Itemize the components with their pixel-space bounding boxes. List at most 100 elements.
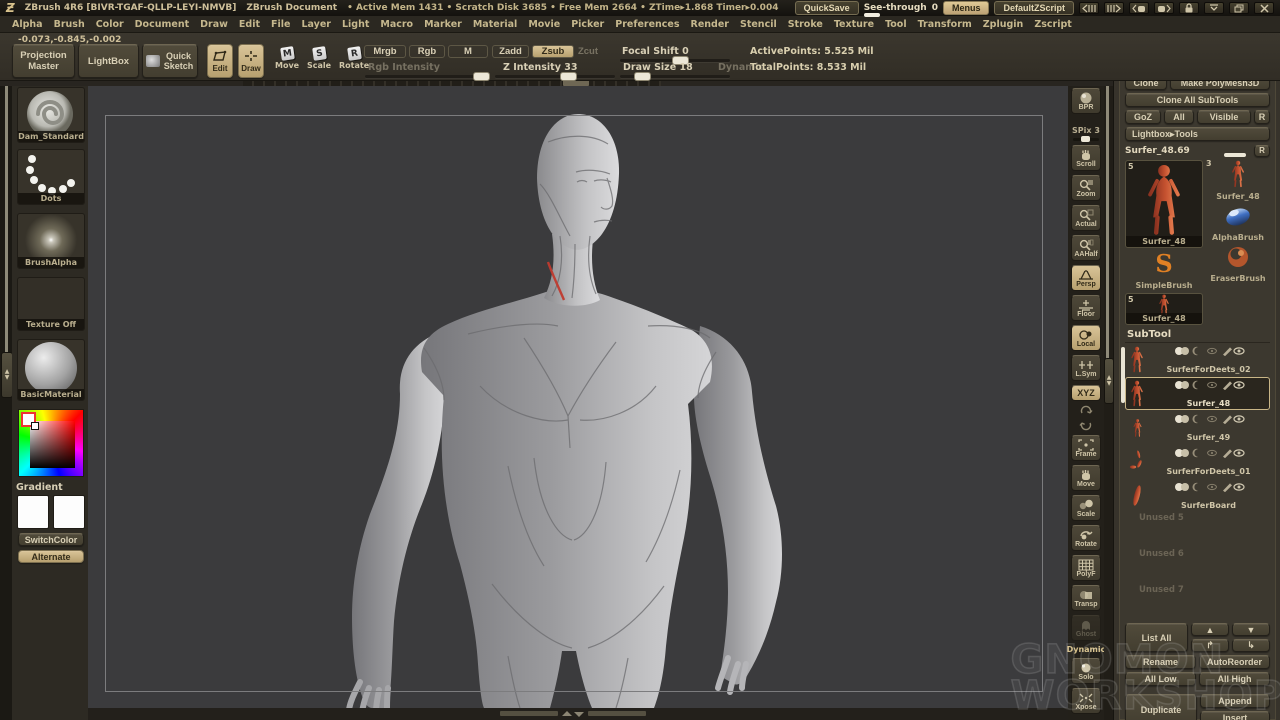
goz-visible-button[interactable]: Visible	[1197, 110, 1251, 124]
z-rotate-icon[interactable]	[1079, 420, 1093, 431]
transp-button[interactable]: Transp	[1071, 585, 1101, 611]
z-intensity-track[interactable]	[495, 75, 615, 78]
right-tray-toggle-icon[interactable]	[1104, 2, 1124, 14]
subtool-section-title[interactable]: SubTool	[1127, 329, 1270, 340]
tool-thumbnail-alphabrush[interactable]: AlphaBrush	[1206, 203, 1270, 242]
ghost-button[interactable]: Ghost	[1071, 615, 1101, 641]
autoreorder-button[interactable]: AutoReorder	[1199, 655, 1270, 669]
menu-material[interactable]: Material	[473, 19, 517, 30]
y-rotate-icon[interactable]	[1079, 405, 1093, 416]
tool-thumbnail-surfer48-bottom[interactable]: 5 Surfer_48	[1125, 293, 1203, 325]
left-tray-scrollbar[interactable]: ▲▼	[0, 86, 12, 720]
right-tray-scrollbar[interactable]: ▲▼	[1104, 86, 1113, 720]
document-canvas[interactable]	[88, 86, 1068, 708]
scrollbar-segment-right[interactable]	[588, 711, 646, 716]
zoom-button[interactable]: Zoom	[1071, 175, 1101, 201]
subtool-row-surferboard[interactable]: SurferBoard	[1125, 479, 1270, 512]
menu-macro[interactable]: Macro	[380, 19, 413, 30]
restore-button[interactable]	[1229, 2, 1249, 14]
switch-color-button[interactable]: SwitchColor	[18, 533, 84, 546]
bpr-render-button[interactable]: BPR	[1071, 88, 1101, 114]
current-stroke-thumbnail[interactable]: Dots	[17, 149, 85, 205]
subtool-down-button[interactable]: ▼	[1232, 623, 1270, 636]
xyz-symmetry-button[interactable]: XYZ	[1071, 385, 1101, 401]
goz-r-button[interactable]: R	[1254, 110, 1270, 124]
subtool-row-surferfordeets02[interactable]: SurferForDeets_02	[1125, 343, 1270, 376]
current-brush-thumbnail[interactable]: Dam_Standard	[17, 87, 85, 143]
move-mode-button[interactable]: M Move	[275, 47, 299, 70]
zadd-button[interactable]: Zadd	[492, 45, 529, 58]
actual-button[interactable]: Actual	[1071, 205, 1101, 231]
current-alpha-thumbnail[interactable]: BrushAlpha	[17, 213, 85, 269]
zcut-button[interactable]: Zcut	[577, 45, 599, 58]
scrollbar-segment-left[interactable]	[500, 711, 558, 716]
polyf-button[interactable]: PolyF	[1071, 555, 1101, 581]
lsym-button[interactable]: L.Sym	[1071, 355, 1101, 381]
active-tool-thumbnail[interactable]: 5 Surfer_48	[1125, 160, 1203, 248]
zsub-button[interactable]: Zsub	[532, 45, 574, 58]
menu-texture[interactable]: Texture	[834, 19, 874, 30]
active-tool-handle[interactable]	[1224, 153, 1246, 157]
menu-file[interactable]: File	[271, 19, 290, 30]
close-button[interactable]	[1254, 2, 1274, 14]
insert-button[interactable]: Insert	[1200, 711, 1270, 720]
left-tray-toggle-icon[interactable]	[1079, 2, 1099, 14]
rgb-button[interactable]: Rgb	[409, 45, 445, 58]
clone-all-subtools-button[interactable]: Clone All SubTools	[1125, 93, 1270, 107]
tool-r-button[interactable]: R	[1254, 145, 1270, 157]
quicksave-button[interactable]: QuickSave	[795, 1, 859, 15]
subtool-move-down-button[interactable]: ↳	[1232, 639, 1270, 652]
subtool-row-surferfordeets01[interactable]: SurferForDeets_01	[1125, 445, 1270, 478]
draw-size-track[interactable]	[620, 75, 730, 78]
menu-marker[interactable]: Marker	[424, 19, 462, 30]
subtool-visibility-icons[interactable]	[1173, 380, 1245, 390]
menu-zplugin[interactable]: Zplugin	[983, 19, 1024, 30]
menu-color[interactable]: Color	[96, 19, 124, 30]
menu-preferences[interactable]: Preferences	[615, 19, 679, 30]
all-high-button[interactable]: All High	[1199, 672, 1270, 686]
list-all-button[interactable]: List All	[1125, 623, 1188, 652]
subtool-move-up-button[interactable]: ↱	[1191, 639, 1229, 652]
tool-thumbnail-eraserbrush[interactable]: EraserBrush	[1206, 244, 1270, 283]
menu-layer[interactable]: Layer	[301, 19, 331, 30]
subtool-visibility-icons[interactable]	[1173, 414, 1245, 424]
lock-icon[interactable]	[1179, 2, 1199, 14]
scale-mode-button[interactable]: S Scale	[307, 47, 331, 70]
see-through-handle[interactable]	[864, 13, 880, 17]
goz-button[interactable]: GoZ	[1125, 110, 1161, 124]
current-texture-thumbnail[interactable]: Texture Off	[17, 277, 85, 331]
menu-render[interactable]: Render	[691, 19, 729, 30]
rgb-intensity-handle[interactable]	[473, 72, 490, 81]
gradient-swatch-secondary[interactable]	[53, 495, 85, 529]
local-button[interactable]: Local	[1071, 325, 1101, 351]
menu-zscript[interactable]: Zscript	[1034, 19, 1071, 30]
rename-button[interactable]: Rename	[1125, 655, 1196, 669]
menu-edit[interactable]: Edit	[239, 19, 260, 30]
subtool-visibility-icons[interactable]	[1173, 482, 1245, 492]
color-picker[interactable]	[18, 409, 84, 477]
rotate-button[interactable]: Rotate	[1071, 525, 1101, 551]
menu-brush[interactable]: Brush	[54, 19, 85, 30]
aahalf-button[interactable]: AAHalf	[1071, 235, 1101, 261]
m-button[interactable]: M	[448, 45, 488, 58]
persp-button[interactable]: Persp	[1071, 265, 1101, 291]
rgb-intensity-slider[interactable]: Rgb Intensity	[368, 62, 440, 73]
subtool-visibility-icons[interactable]	[1173, 346, 1245, 356]
projection-master-button[interactable]: Projection Master	[12, 44, 75, 78]
scroll-button[interactable]: Scroll	[1071, 145, 1101, 171]
xpose-button[interactable]: Xpose	[1071, 688, 1101, 714]
all-low-button[interactable]: All Low	[1125, 672, 1196, 686]
lightbox-tools-button[interactable]: Lightbox▸Tools	[1125, 127, 1270, 141]
prev-document-hand-icon[interactable]	[1129, 2, 1149, 14]
rgb-intensity-track[interactable]	[365, 75, 490, 78]
minimize-button[interactable]	[1204, 2, 1224, 14]
scroll-down-icon[interactable]	[574, 712, 584, 717]
duplicate-button[interactable]: Duplicate	[1125, 694, 1197, 720]
menu-tool[interactable]: Tool	[885, 19, 907, 30]
menu-picker[interactable]: Picker	[571, 19, 604, 30]
see-through-slider[interactable]: See-through 0	[864, 3, 938, 13]
active-tool-slider[interactable]: Surfer_48.69 R	[1125, 144, 1270, 157]
canvas-horizontal-scrollbar[interactable]	[88, 708, 1068, 720]
alternate-button[interactable]: Alternate	[18, 550, 84, 563]
menu-draw[interactable]: Draw	[200, 19, 228, 30]
